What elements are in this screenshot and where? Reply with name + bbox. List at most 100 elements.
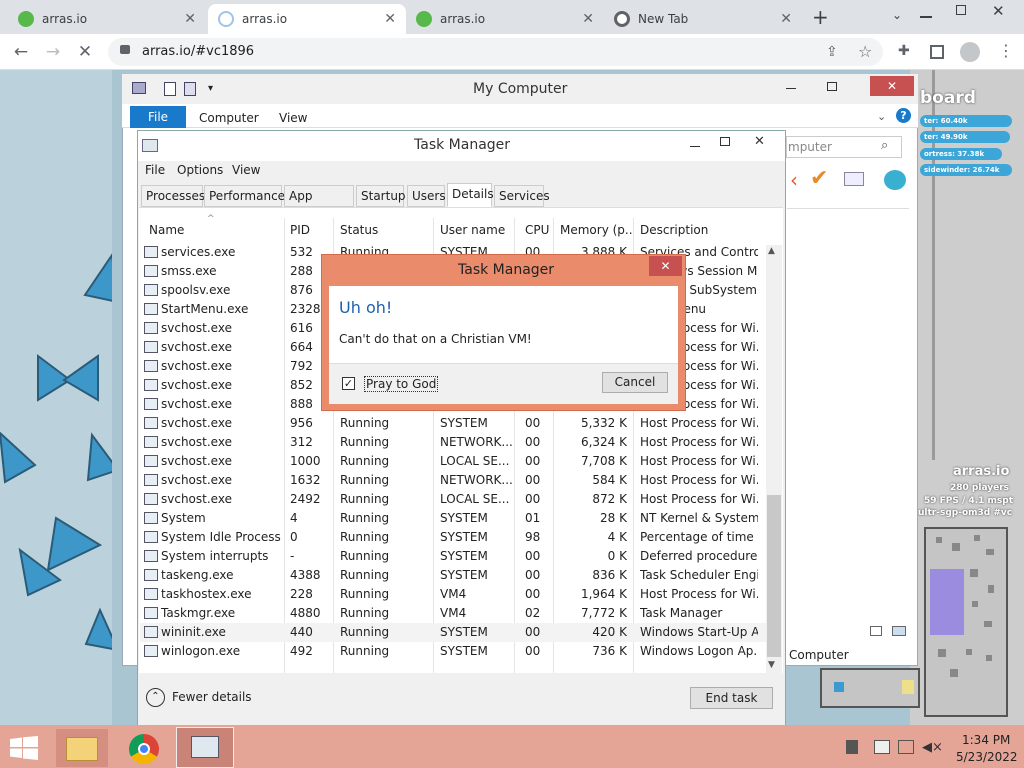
column-header-memory[interactable]: Memory (p... bbox=[560, 223, 632, 237]
new-tab-button[interactable]: + bbox=[812, 5, 829, 29]
stop-loading-icon[interactable]: ✕ bbox=[74, 41, 96, 63]
tab-close-icon[interactable]: ✕ bbox=[384, 11, 396, 27]
tab-close-icon[interactable]: ✕ bbox=[582, 11, 594, 27]
tab-performance[interactable]: Performance bbox=[204, 185, 285, 207]
process-row[interactable]: System 4 Running SYSTEM 01 28 K NT Kernel & Sy… bbox=[140, 509, 766, 528]
process-row[interactable]: taskhostex.exe 228 Running VM4 00 1,964 K Host… bbox=[140, 585, 766, 604]
minimize-icon[interactable] bbox=[920, 16, 932, 18]
process-row[interactable]: svchost.exe 312 Running NETWORK... 00 6,324 K… bbox=[140, 433, 766, 452]
rename-icon[interactable] bbox=[844, 172, 864, 186]
ribbon-view-tab[interactable]: View bbox=[279, 111, 307, 125]
chrome-taskbar-button[interactable] bbox=[118, 729, 170, 767]
help-icon[interactable]: ? bbox=[896, 108, 911, 123]
close-icon[interactable]: ✕ bbox=[754, 134, 765, 149]
ribbon-expand-chevron-icon[interactable]: ⌄ bbox=[877, 110, 886, 123]
back-arrow-icon[interactable]: ← bbox=[10, 41, 32, 63]
scrollbar-thumb[interactable] bbox=[767, 495, 781, 657]
extensions-icon[interactable]: ✚ bbox=[898, 43, 910, 59]
pray-checkbox[interactable]: ✓ bbox=[342, 377, 355, 390]
process-row[interactable]: svchost.exe 1000 Running LOCAL SE... 00 7,708… bbox=[140, 452, 766, 471]
fewer-details-link[interactable]: Fewer details bbox=[172, 690, 252, 704]
minimize-icon[interactable] bbox=[690, 146, 700, 147]
clock-time[interactable]: 1:34 PM bbox=[962, 733, 1010, 747]
url-text[interactable]: arras.io/#vc1896 bbox=[142, 44, 254, 59]
large-icons-view-icon[interactable] bbox=[892, 626, 906, 636]
pray-checkbox-label[interactable]: Pray to God bbox=[364, 376, 439, 392]
dialog-message: Can't do that on a Christian VM! bbox=[339, 332, 532, 346]
ribbon-file-tab[interactable]: File bbox=[130, 106, 186, 128]
process-row[interactable]: svchost.exe 1632 Running NETWORK... 00 584 K H… bbox=[140, 471, 766, 490]
close-button[interactable]: ✕ bbox=[870, 76, 914, 96]
window-close-icon[interactable]: ✕ bbox=[992, 2, 1005, 20]
process-icon bbox=[144, 246, 158, 258]
column-header-pid[interactable]: PID bbox=[290, 223, 310, 237]
process-row[interactable]: svchost.exe 2492 Running LOCAL SE... 00 872 K… bbox=[140, 490, 766, 509]
tab-services[interactable]: Services bbox=[494, 185, 550, 207]
more-menu-icon[interactable]: ⋮ bbox=[998, 41, 1014, 60]
quick-access-dropdown-icon[interactable]: ▾ bbox=[208, 83, 213, 94]
column-header-name[interactable]: Name bbox=[149, 223, 184, 237]
tray-action-center-icon[interactable] bbox=[846, 740, 858, 754]
dialog-close-button[interactable]: ✕ bbox=[649, 256, 682, 276]
menu-options[interactable]: Options bbox=[177, 163, 223, 177]
tab-processes[interactable]: Processes bbox=[141, 185, 205, 207]
maximize-icon[interactable] bbox=[827, 82, 837, 91]
process-row[interactable]: wininit.exe 440 Running SYSTEM 00 420 K Window… bbox=[140, 623, 766, 642]
restore-icon[interactable] bbox=[956, 5, 966, 15]
globe-icon[interactable] bbox=[884, 170, 906, 190]
menu-view[interactable]: View bbox=[232, 163, 260, 177]
task-manager-taskbar-button[interactable] bbox=[176, 727, 234, 768]
process-row[interactable]: System Idle Process 0 Running SYSTEM 98 4 K Pe… bbox=[140, 528, 766, 547]
process-row[interactable]: System interrupts - Running SYSTEM 00 0 K Defe… bbox=[140, 547, 766, 566]
process-row[interactable]: Taskmgr.exe 4880 Running VM4 02 7,772 K Task M… bbox=[140, 604, 766, 623]
tray-network-icon[interactable] bbox=[898, 740, 914, 754]
row-status: Running bbox=[340, 416, 390, 430]
ribbon-computer-tab[interactable]: Computer bbox=[199, 111, 259, 125]
column-header-status[interactable]: Status bbox=[340, 223, 378, 237]
collapse-chevron-icon[interactable]: ⌃ bbox=[146, 688, 165, 707]
windows-start-icon[interactable] bbox=[10, 736, 38, 760]
tab-close-icon[interactable]: ✕ bbox=[184, 11, 196, 27]
tab-users[interactable]: Users bbox=[407, 185, 446, 207]
menu-file[interactable]: File bbox=[145, 163, 165, 177]
side-panel-icon[interactable] bbox=[930, 45, 944, 59]
tab-app-history[interactable]: App history bbox=[284, 185, 354, 223]
end-task-button[interactable]: End task bbox=[690, 687, 773, 709]
lock-icon[interactable] bbox=[120, 45, 130, 54]
dialog-cancel-button[interactable]: Cancel bbox=[602, 372, 668, 393]
tray-flag-icon[interactable] bbox=[874, 740, 890, 754]
scroll-down-icon[interactable]: ▼ bbox=[768, 660, 775, 670]
browser-tab[interactable]: arras.io ✕ bbox=[8, 4, 206, 34]
maximize-icon[interactable] bbox=[720, 137, 730, 146]
search-icon[interactable]: ⌕ bbox=[881, 138, 888, 153]
clock-date[interactable]: 5/23/2022 bbox=[956, 750, 1018, 764]
undo-icon[interactable]: ‹ bbox=[790, 168, 798, 192]
column-header-username[interactable]: User name bbox=[440, 223, 505, 237]
bookmark-star-icon[interactable]: ☆ bbox=[858, 42, 872, 61]
column-header-description[interactable]: Description bbox=[640, 223, 708, 237]
column-header-cpu[interactable]: CPU bbox=[525, 223, 549, 237]
process-row[interactable]: svchost.exe 956 Running SYSTEM 00 5,332 K Host… bbox=[140, 414, 766, 433]
checkmark-icon[interactable]: ✔ bbox=[810, 166, 828, 191]
tab-startup[interactable]: Startup bbox=[356, 185, 406, 207]
tab-search-chevron-icon[interactable]: ⌄ bbox=[892, 8, 902, 22]
new-folder-icon[interactable] bbox=[184, 82, 196, 96]
scroll-up-icon[interactable]: ▲ bbox=[768, 246, 775, 256]
row-cpu: 00 bbox=[525, 568, 541, 582]
browser-tab[interactable]: New Tab ✕ bbox=[604, 4, 802, 34]
properties-icon[interactable] bbox=[164, 82, 176, 96]
forward-arrow-icon[interactable]: → bbox=[42, 41, 64, 63]
process-row[interactable]: winlogon.exe 492 Running SYSTEM 00 736 K Windo… bbox=[140, 642, 766, 661]
file-explorer-taskbar-button[interactable] bbox=[56, 729, 108, 767]
tab-close-icon[interactable]: ✕ bbox=[780, 11, 792, 27]
browser-tab[interactable]: arras.io ✕ bbox=[406, 4, 604, 34]
row-description: Deferred procedure ... bbox=[640, 549, 758, 563]
browser-tab-active[interactable]: arras.io ✕ bbox=[208, 4, 406, 34]
share-icon[interactable]: ⇪ bbox=[826, 44, 838, 60]
details-view-icon[interactable] bbox=[870, 626, 882, 636]
profile-avatar[interactable] bbox=[960, 42, 980, 62]
tray-volume-muted-icon[interactable]: ◀× bbox=[922, 740, 943, 755]
minimize-icon[interactable] bbox=[786, 88, 796, 89]
process-row[interactable]: taskeng.exe 4388 Running SYSTEM 00 836 K Task … bbox=[140, 566, 766, 585]
tab-details[interactable]: Details bbox=[447, 183, 494, 207]
